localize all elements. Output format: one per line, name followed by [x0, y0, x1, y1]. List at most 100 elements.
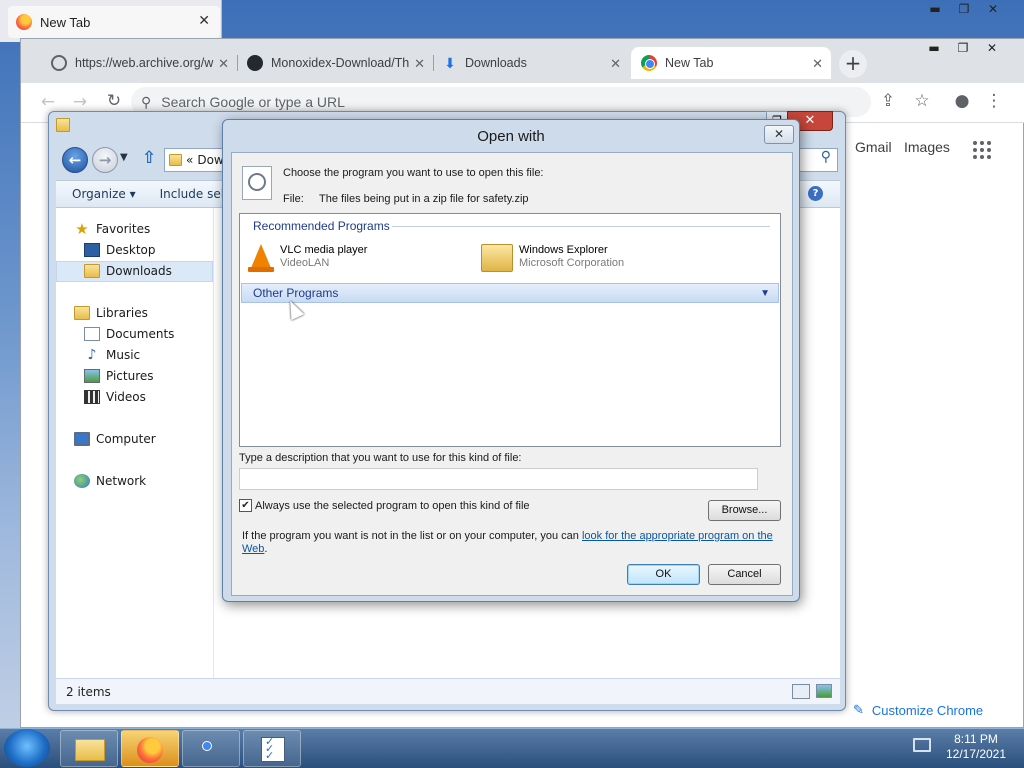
up-arrow-icon[interactable]: ⇧	[142, 148, 156, 168]
close-icon[interactable]: ✕	[198, 12, 210, 29]
taskbar-notepad[interactable]: ✓ ✓ ✓	[243, 730, 301, 767]
help-icon[interactable]: ?	[808, 186, 823, 201]
dialog-close-button[interactable]: ✕	[764, 125, 794, 144]
ok-button[interactable]: OK	[627, 564, 700, 585]
include-in-library-button[interactable]: Include sele	[160, 187, 232, 201]
info-text: If the program you want is not in the li…	[242, 530, 773, 555]
minimize-icon[interactable]: ▬	[921, 39, 947, 57]
nav-label: Network	[96, 474, 147, 488]
back-icon[interactable]: ←	[37, 92, 59, 112]
taskbar-chrome[interactable]	[182, 730, 240, 767]
gmail-link[interactable]: Gmail	[855, 139, 892, 155]
nav-music[interactable]: ♪ Music	[84, 345, 141, 365]
nav-label: Computer	[96, 432, 156, 446]
desktop-icon	[84, 243, 100, 257]
clock[interactable]: 8:11 PM 12/17/2021	[936, 732, 1016, 762]
cancel-button[interactable]: Cancel	[708, 564, 781, 585]
program-publisher: Microsoft Corporation	[519, 257, 625, 269]
dialog-title: Open with	[477, 128, 545, 145]
search-box[interactable]: ⚲	[796, 148, 838, 172]
minimize-icon[interactable]: ▬	[922, 0, 948, 18]
nav-documents[interactable]: Documents	[84, 324, 174, 344]
address-chevron-icon: «	[186, 153, 194, 167]
details-view-icon[interactable]	[792, 684, 810, 699]
close-icon[interactable]: ✕	[980, 0, 1006, 18]
downloads-folder-icon	[84, 264, 100, 278]
forward-button[interactable]: →	[92, 147, 118, 173]
always-use-checkbox[interactable]: ✔	[239, 499, 252, 512]
close-tab-icon[interactable]: ✕	[610, 56, 621, 72]
nav-network[interactable]: Network	[74, 471, 146, 491]
tab-label: Monoxidex-Download/Th	[271, 56, 410, 70]
recent-pages-chevron-icon[interactable]: ▼	[120, 152, 128, 163]
vlc-cone-icon	[248, 244, 274, 272]
apps-grid-icon[interactable]	[973, 141, 991, 159]
close-tab-icon[interactable]: ✕	[812, 56, 823, 72]
item-count: 2 items	[66, 684, 111, 699]
start-button[interactable]	[4, 729, 50, 767]
nav-libraries[interactable]: Libraries	[74, 303, 148, 323]
nav-computer[interactable]: Computer	[74, 429, 156, 449]
customize-chrome-button[interactable]: ✎ Customize Chrome	[843, 693, 1003, 727]
close-icon[interactable]: ✕	[979, 39, 1005, 57]
tab-downloads[interactable]: ⬇ Downloads ✕	[433, 47, 629, 79]
dialog-prompt: Choose the program you want to use to op…	[283, 167, 544, 179]
firefox-window-controls: ▬ ❐ ✕	[922, 0, 1006, 18]
tab-github[interactable]: Monoxidex-Download/Th ✕	[237, 47, 433, 79]
nav-videos[interactable]: Videos	[84, 387, 146, 407]
restore-icon[interactable]: ❐	[951, 0, 977, 18]
network-tray-icon[interactable]	[913, 738, 931, 752]
profile-icon[interactable]: ●	[951, 91, 973, 111]
nav-label: Libraries	[96, 306, 148, 320]
nav-label: Desktop	[106, 243, 156, 257]
nav-label: Downloads	[106, 264, 172, 278]
tab-label: https://web.archive.org/w	[75, 56, 214, 70]
nav-desktop[interactable]: Desktop	[84, 240, 156, 260]
restore-icon[interactable]: ❐	[950, 39, 976, 57]
share-icon[interactable]: ⇪	[877, 91, 899, 111]
nav-label: Favorites	[96, 222, 151, 236]
videos-icon	[84, 390, 100, 404]
other-programs-header[interactable]: Other Programs ▼	[241, 283, 779, 303]
back-button[interactable]: ←	[62, 147, 88, 173]
taskbar-explorer[interactable]	[60, 730, 118, 767]
new-tab-button[interactable]: +	[839, 50, 867, 78]
nav-label: Documents	[106, 327, 175, 341]
globe-icon	[51, 55, 67, 71]
network-icon	[74, 474, 90, 488]
computer-icon	[74, 432, 90, 446]
browse-button[interactable]: Browse...	[708, 500, 781, 521]
program-windows-explorer[interactable]: Windows Explorer Microsoft Corporation	[481, 244, 624, 272]
tab-new-tab[interactable]: New Tab ✕	[631, 47, 831, 79]
documents-icon	[84, 327, 100, 341]
bookmark-star-icon[interactable]: ☆	[911, 91, 933, 111]
program-vlc[interactable]: VLC media player VideoLAN	[248, 244, 367, 272]
description-input[interactable]	[239, 468, 758, 490]
file-search-icon	[242, 166, 272, 200]
tab-label: New Tab	[665, 56, 714, 70]
reload-icon[interactable]: ↻	[103, 91, 125, 111]
firefox-tab[interactable]: New Tab ✕	[8, 6, 220, 38]
close-tab-icon[interactable]: ✕	[218, 56, 229, 72]
customize-label: Customize Chrome	[871, 702, 984, 718]
nav-favorites[interactable]: ★ Favorites	[74, 219, 150, 239]
tab-web-archive[interactable]: https://web.archive.org/w ✕	[41, 47, 237, 79]
menu-icon[interactable]: ⋮	[983, 91, 1005, 111]
address-bar[interactable]: « Dow	[164, 148, 224, 172]
organize-button[interactable]: Organize ▾	[72, 187, 136, 201]
preview-pane-icon[interactable]	[816, 684, 832, 698]
nav-downloads[interactable]: Downloads	[84, 261, 172, 281]
taskbar-firefox[interactable]	[121, 730, 179, 767]
nav-pictures[interactable]: Pictures	[84, 366, 154, 386]
program-name: VLC media player	[280, 244, 368, 256]
firefox-icon	[137, 737, 163, 763]
images-link[interactable]: Images	[904, 139, 950, 155]
firefox-icon	[16, 14, 32, 30]
address-text: Dow	[197, 153, 224, 167]
forward-icon[interactable]: →	[69, 92, 91, 112]
close-tab-icon[interactable]: ✕	[414, 56, 425, 72]
folder-icon	[56, 118, 70, 132]
search-icon: ⚲	[820, 149, 831, 165]
chrome-window-controls: ▬ ❐ ✕	[921, 39, 1005, 57]
info-message: If the program you want is not in the li…	[242, 530, 579, 542]
